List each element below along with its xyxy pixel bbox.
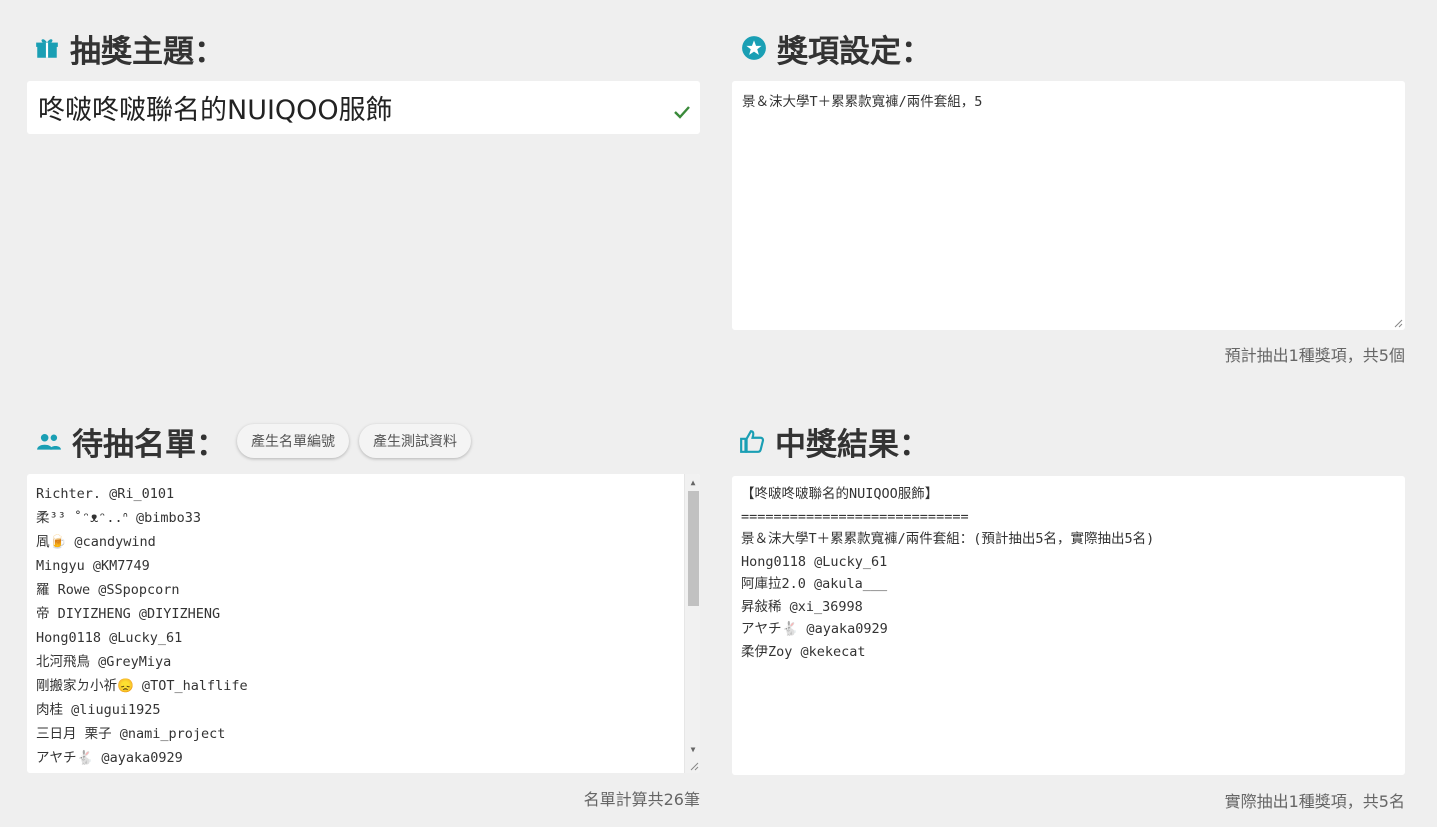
list-scrollbar[interactable]: ▲ ▼ xyxy=(684,474,700,773)
prize-summary: 預計抽出1種獎項，共5個 xyxy=(1224,346,1405,365)
list-item: 羅 Rowe @SSpopcorn xyxy=(36,582,180,598)
list-item: アヤチ🐇 @ayaka0929 xyxy=(36,750,183,766)
thumbs-up-icon xyxy=(738,427,766,455)
candidate-list-textarea[interactable]: Richter. @Ri_0101 柔³³ ˚ᵔᴥᵔ..ᐢ @bimbo33 凮… xyxy=(27,474,700,773)
list-item: 柔³³ ˚ᵔᴥᵔ..ᐢ @bimbo33 xyxy=(36,510,202,526)
list-item: Mingyu @KM7749 xyxy=(36,558,150,574)
theme-input-value: 咚啵咚啵聯名的NUIQOO服飾 xyxy=(38,95,393,126)
theme-input[interactable]: 咚啵咚啵聯名的NUIQOO服飾 xyxy=(27,81,700,134)
resize-grip-icon[interactable] xyxy=(689,761,699,771)
generate-test-data-button[interactable]: 產生測試資料 xyxy=(359,424,471,458)
result-line: 昇敍稀 @xi_36998 xyxy=(741,598,863,615)
users-icon xyxy=(35,427,63,455)
scrollbar-thumb[interactable] xyxy=(688,491,699,606)
list-section-title: 待抽名單： 產生名單編號 產生測試資料 xyxy=(35,419,471,463)
result-section-title: 中獎結果： xyxy=(738,419,930,463)
scroll-up-arrow-icon[interactable]: ▲ xyxy=(685,474,700,490)
prize-section-title: 獎項設定： xyxy=(740,26,932,70)
lottery-page: 抽獎主題： 咚啵咚啵聯名的NUIQOO服飾 獎項設定： 景＆沫大學T＋累累款寬褲… xyxy=(0,0,1437,827)
prize-textarea[interactable]: 景＆沫大學T＋累累款寬褲/兩件套組，5 xyxy=(732,81,1405,330)
result-line: ============================ xyxy=(741,508,969,525)
list-item: 三日月 栗子 @nami_project xyxy=(36,726,226,742)
list-item: 肉桂 @liugui1925 xyxy=(36,702,161,718)
scrollbar-corner xyxy=(685,757,700,773)
result-summary: 實際抽出1種獎項，共5名 xyxy=(1224,792,1405,811)
prize-title-text: 獎項設定： xyxy=(777,33,932,70)
result-textarea[interactable]: 【咚啵咚啵聯名的NUIQOO服飾】 ======================… xyxy=(732,476,1405,775)
list-title-text: 待抽名單： xyxy=(72,426,227,463)
list-count-summary: 名單計算共26筆 xyxy=(583,790,700,809)
check-icon xyxy=(672,98,692,119)
result-title-text: 中獎結果： xyxy=(775,426,930,463)
list-item: Hong0118 @Lucky_61 xyxy=(36,630,183,646)
resize-grip-icon[interactable] xyxy=(1393,318,1403,328)
result-line: 柔伊Zoy @kekecat xyxy=(741,643,866,660)
gift-icon xyxy=(33,34,61,62)
scroll-down-arrow-icon[interactable]: ▼ xyxy=(685,741,700,757)
result-line: アヤチ🐇 @ayaka0929 xyxy=(741,621,888,637)
result-line: 阿庫拉2.0 @akula___ xyxy=(741,576,888,592)
result-line: Hong0118 @Lucky_61 xyxy=(741,553,888,570)
result-line: 【咚啵咚啵聯名的NUIQOO服飾】 xyxy=(741,486,939,502)
generate-list-number-button[interactable]: 產生名單編號 xyxy=(237,424,349,458)
list-item: 剛搬家ㄉ小祈😞 @TOT_halflife xyxy=(36,678,248,694)
result-line: 景＆沫大學T＋累累款寬褲/兩件套組：(預計抽出5名，實際抽出5名) xyxy=(741,531,1155,547)
star-icon xyxy=(740,34,768,62)
list-item: 帝 DIYIZHENG @DIYIZHENG xyxy=(36,606,221,622)
list-item: 凮🍺 @candywind xyxy=(36,534,156,550)
theme-title-text: 抽獎主題： xyxy=(70,33,225,70)
list-item: 北河飛鳥 @GreyMiya xyxy=(36,654,172,670)
list-item: Richter. @Ri_0101 xyxy=(36,486,175,502)
prize-line: 景＆沫大學T＋累累款寬褲/兩件套組，5 xyxy=(742,94,983,110)
theme-section-title: 抽獎主題： xyxy=(33,26,225,70)
